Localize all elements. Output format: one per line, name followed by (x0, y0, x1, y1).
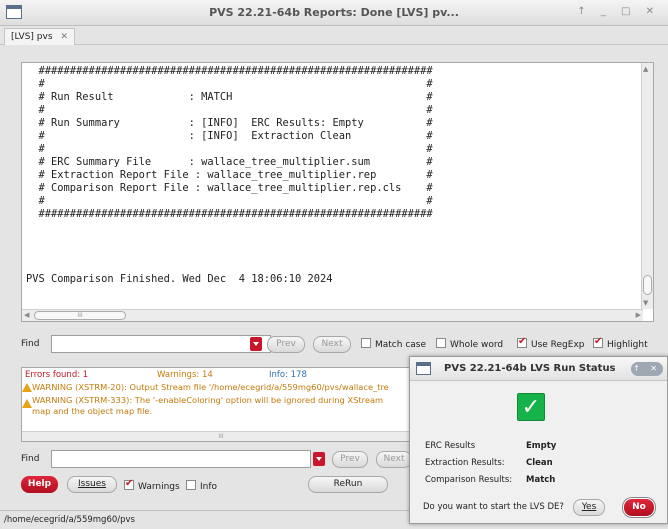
prev-button[interactable]: Prev (267, 336, 305, 353)
use-regexp-checkbox[interactable]: Use RegExp (517, 336, 585, 350)
status-path: /home/ecegrid/a/559mg60/pvs (4, 515, 135, 525)
scroll-right-icon[interactable]: ▶ (636, 311, 641, 319)
highlight-box[interactable] (593, 336, 603, 348)
messages-horizontal-scrollbar[interactable]: III (22, 431, 420, 441)
dialog-window-icon (416, 362, 431, 375)
find-input-top[interactable] (51, 335, 271, 353)
scroll-left-icon[interactable]: ◀ (24, 311, 29, 319)
find-label: Find (21, 339, 40, 349)
issues-button[interactable]: Issues (67, 476, 117, 493)
find-bar-top: Find Prev Next Match case Whole word Use… (21, 334, 661, 356)
vertical-scroll-thumb[interactable] (643, 275, 652, 295)
warnings-count[interactable]: Warnings: 14 (157, 370, 213, 380)
match-case-box[interactable] (361, 338, 371, 348)
dialog-title: PVS 22.21-64b LVS Run Status (444, 363, 616, 374)
whole-word-checkbox[interactable]: Whole word (436, 338, 503, 350)
report-text-panel[interactable]: ########################################… (21, 62, 654, 322)
window-controls[interactable]: ↑ _ □ ✕ (577, 6, 660, 17)
find-history-dropdown-icon[interactable] (250, 337, 262, 351)
next-button[interactable]: Next (376, 451, 412, 468)
use-regexp-label: Use RegExp (531, 340, 585, 350)
dialog-controls[interactable]: ↑ ✕ (631, 362, 663, 376)
prev-button[interactable]: Prev (332, 451, 368, 468)
check-icon: ✓ (517, 393, 545, 421)
find-bar-bottom: Find Prev Next (21, 449, 421, 471)
info-count[interactable]: Info: 178 (269, 370, 307, 380)
highlight-label: Highlight (607, 340, 648, 350)
warnings-box[interactable] (124, 478, 134, 490)
tab-bar: [LVS] pvs ✕ (0, 27, 668, 45)
warning-icon (22, 399, 32, 408)
whole-word-label: Whole word (450, 340, 504, 350)
horizontal-scrollbar[interactable]: ◀ III ▶ (22, 309, 643, 321)
rerun-button[interactable]: ReRun (308, 476, 388, 493)
messages-panel[interactable]: Errors found: 1 Warnings: 14 Info: 178 W… (21, 367, 421, 442)
message-row[interactable]: WARNING (XSTRM-333): The '-enableColorin… (22, 395, 420, 417)
match-case-checkbox[interactable]: Match case (361, 338, 426, 350)
start-de-question: Do you want to start the LVS DE? (423, 502, 564, 512)
find-history-dropdown-icon[interactable] (313, 452, 325, 466)
yes-button[interactable]: Yes (573, 499, 605, 516)
errors-count[interactable]: Errors found: 1 (25, 370, 88, 380)
highlight-checkbox[interactable]: Highlight (593, 336, 648, 350)
info-label: Info (200, 482, 218, 492)
messages-header: Errors found: 1 Warnings: 14 Info: 178 (22, 368, 420, 381)
tab-close-icon[interactable]: ✕ (61, 32, 69, 42)
scroll-down-icon[interactable]: ▼ (643, 299, 648, 307)
warnings-label: Warnings (138, 482, 180, 492)
next-button[interactable]: Next (313, 336, 351, 353)
run-status-dialog: PVS 22.21-64b LVS Run Status ↑ ✕ ✓ ERC R… (409, 356, 668, 524)
title-bar: PVS 22.21-64b Reports: Done [LVS] pv... … (0, 0, 668, 26)
warning-icon (22, 383, 32, 392)
message-row[interactable]: WARNING (XSTRM-20): Output Stream file '… (22, 382, 420, 393)
tab-lvs-pvs[interactable]: [LVS] pvs ✕ (4, 28, 76, 45)
match-case-label: Match case (375, 340, 427, 350)
help-button[interactable]: Help (21, 476, 58, 493)
warnings-checkbox[interactable]: Warnings (124, 478, 180, 492)
vertical-scrollbar[interactable]: ▲ ▼ (641, 63, 653, 309)
tab-label: [LVS] pvs (11, 32, 53, 42)
window-title: PVS 22.21-64b Reports: Done [LVS] pv... (209, 6, 459, 19)
use-regexp-box[interactable] (517, 336, 527, 348)
info-box[interactable] (186, 480, 196, 490)
no-button[interactable]: No (624, 499, 654, 516)
scroll-up-icon[interactable]: ▲ (643, 65, 648, 73)
whole-word-box[interactable] (436, 338, 446, 348)
dialog-title-bar: PVS 22.21-64b LVS Run Status ↑ ✕ (410, 357, 667, 381)
horizontal-scroll-thumb[interactable]: III (34, 311, 126, 320)
find-label: Find (21, 454, 40, 464)
find-input-bottom[interactable] (51, 450, 311, 468)
info-checkbox[interactable]: Info (186, 480, 217, 492)
report-text: ########################################… (26, 65, 433, 285)
